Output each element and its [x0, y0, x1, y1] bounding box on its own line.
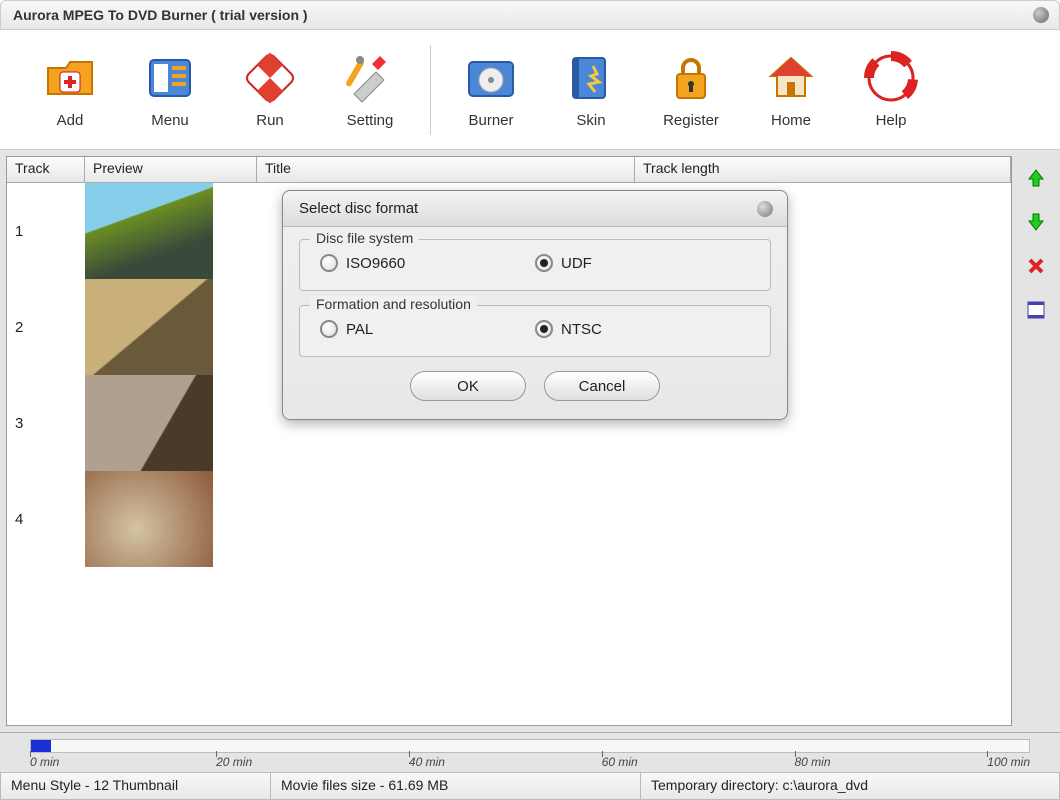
toolbar-label: Help — [876, 112, 907, 129]
properties-button[interactable] — [1024, 298, 1048, 322]
column-title[interactable]: Title — [257, 157, 635, 182]
table-row[interactable]: 4 — [7, 471, 1011, 567]
toolbar-label: Add — [57, 112, 84, 129]
status-temp-dir: Temporary directory: c:\aurora_dvd — [641, 773, 1059, 799]
radio-icon — [535, 254, 553, 272]
toolbar-help-button[interactable]: Help — [841, 42, 941, 137]
radio-icon — [320, 320, 338, 338]
track-thumbnail — [85, 183, 257, 279]
skin-icon — [563, 50, 619, 106]
titlebar[interactable]: Aurora MPEG To DVD Burner ( trial versio… — [0, 0, 1060, 30]
timeline-ruler[interactable]: 0 min 20 min 40 min 60 min 80 min 100 mi… — [0, 732, 1060, 772]
toolbar-setting-button[interactable]: Setting — [320, 42, 420, 137]
close-icon[interactable] — [1033, 7, 1049, 23]
dialog-body: Disc file system ISO9660 UDF Formation a — [283, 227, 787, 419]
ruler-tick: 100 min — [987, 755, 1030, 769]
close-icon[interactable] — [757, 201, 773, 217]
radio-udf[interactable]: UDF — [535, 254, 750, 272]
select-disc-format-dialog: Select disc format Disc file system ISO9… — [282, 190, 788, 420]
ruler-tick: 20 min — [216, 755, 252, 769]
home-icon — [763, 50, 819, 106]
toolbar-add-button[interactable]: Add — [20, 42, 120, 137]
track-number: 1 — [7, 183, 85, 279]
group-legend: Formation and resolution — [310, 296, 477, 312]
radio-label: UDF — [561, 255, 592, 272]
track-thumbnail — [85, 375, 257, 471]
add-folder-icon — [42, 50, 98, 106]
column-preview[interactable]: Preview — [85, 157, 257, 182]
toolbar-menu-button[interactable]: Menu — [120, 42, 220, 137]
status-file-size: Movie files size - 61.69 MB — [271, 773, 641, 799]
register-icon — [663, 50, 719, 106]
app-window: Aurora MPEG To DVD Burner ( trial versio… — [0, 0, 1060, 800]
ruler-tick: 60 min — [602, 755, 638, 769]
toolbar-label: Skin — [576, 112, 605, 129]
track-number: 4 — [7, 471, 85, 567]
move-up-button[interactable] — [1024, 166, 1048, 190]
side-toolbar — [1018, 156, 1054, 726]
radio-label: ISO9660 — [346, 255, 405, 272]
toolbar-run-button[interactable]: Run — [220, 42, 320, 137]
ruler-ticks: 0 min 20 min 40 min 60 min 80 min 100 mi… — [30, 755, 1030, 769]
help-icon — [863, 50, 919, 106]
track-number: 2 — [7, 279, 85, 375]
track-list-header: Track Preview Title Track length — [7, 157, 1011, 183]
toolbar-label: Burner — [468, 112, 513, 129]
radio-pal[interactable]: PAL — [320, 320, 535, 338]
track-thumbnail — [85, 279, 257, 375]
toolbar-skin-button[interactable]: Skin — [541, 42, 641, 137]
toolbar-register-button[interactable]: Register — [641, 42, 741, 137]
disc-file-system-group: Disc file system ISO9660 UDF — [299, 239, 771, 291]
ruler-track — [30, 739, 1030, 753]
run-icon — [242, 50, 298, 106]
ruler-tick: 0 min — [30, 755, 59, 769]
radio-label: NTSC — [561, 321, 602, 338]
ruler-fill — [31, 740, 51, 752]
burner-icon — [463, 50, 519, 106]
formation-resolution-group: Formation and resolution PAL NTSC — [299, 305, 771, 357]
group-legend: Disc file system — [310, 230, 419, 246]
status-bar: Menu Style - 12 Thumbnail Movie files si… — [0, 772, 1060, 800]
radio-iso9660[interactable]: ISO9660 — [320, 254, 535, 272]
ruler-tick: 40 min — [409, 755, 445, 769]
column-track[interactable]: Track — [7, 157, 85, 182]
ok-button[interactable]: OK — [410, 371, 526, 401]
toolbar-separator — [430, 45, 431, 135]
toolbar-label: Setting — [347, 112, 394, 129]
status-menu-style: Menu Style - 12 Thumbnail — [1, 773, 271, 799]
radio-icon — [535, 320, 553, 338]
column-length[interactable]: Track length — [635, 157, 1011, 182]
menu-icon — [142, 50, 198, 106]
ruler-tick: 80 min — [795, 755, 831, 769]
move-down-button[interactable] — [1024, 210, 1048, 234]
main-toolbar: Add Menu Run Setting Burner — [0, 30, 1060, 150]
radio-ntsc[interactable]: NTSC — [535, 320, 750, 338]
track-number: 3 — [7, 375, 85, 471]
cancel-button[interactable]: Cancel — [544, 371, 660, 401]
toolbar-label: Run — [256, 112, 284, 129]
toolbar-burner-button[interactable]: Burner — [441, 42, 541, 137]
toolbar-label: Register — [663, 112, 719, 129]
toolbar-home-button[interactable]: Home — [741, 42, 841, 137]
toolbar-label: Home — [771, 112, 811, 129]
radio-icon — [320, 254, 338, 272]
setting-icon — [342, 50, 398, 106]
dialog-titlebar[interactable]: Select disc format — [283, 191, 787, 227]
content-area: Track Preview Title Track length 1 2 3 — [0, 150, 1060, 732]
dialog-title-text: Select disc format — [299, 200, 418, 217]
delete-button[interactable] — [1024, 254, 1048, 278]
toolbar-label: Menu — [151, 112, 189, 129]
radio-label: PAL — [346, 321, 373, 338]
window-title: Aurora MPEG To DVD Burner ( trial versio… — [13, 7, 308, 23]
track-thumbnail — [85, 471, 257, 567]
